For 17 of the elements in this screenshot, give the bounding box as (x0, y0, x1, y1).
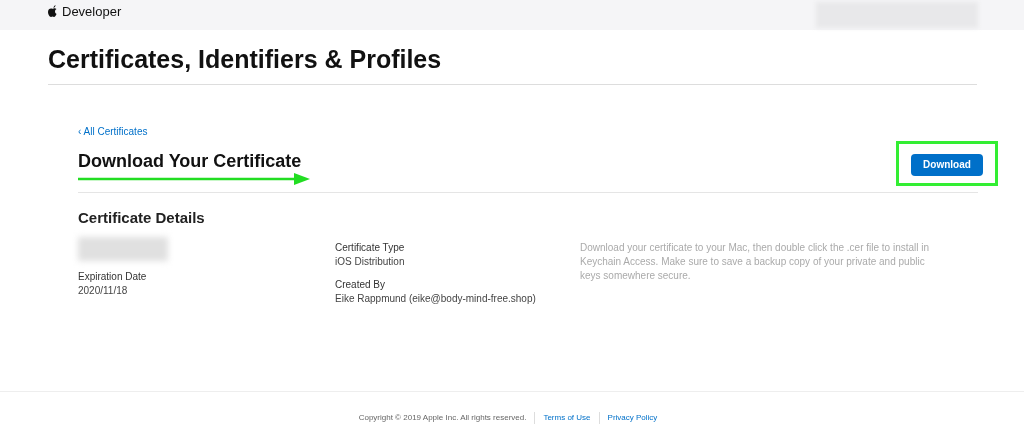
instructions-text: Download your certificate to your Mac, then double click the .cer file to install in Keychain Access. Make sure to save a backup copy of your private and public keys somewhere secure. (580, 241, 931, 283)
apple-icon (48, 5, 59, 19)
footer-link[interactable]: Privacy Policy (598, 411, 666, 424)
detail-label: Expiration Date (78, 270, 148, 284)
section-heading: Download Your Certificate (78, 150, 303, 172)
detail-value: Eike Rappmund (eike@body-mind-free.shop) (335, 292, 537, 306)
detail-value: iOS Distribution (335, 255, 406, 269)
detail-value: 2020/11/18 (78, 284, 129, 298)
brand-name[interactable]: Developer (62, 2, 122, 22)
detail-label: Created By (335, 278, 387, 292)
back-link[interactable]: ‹ All Certificates (78, 126, 148, 137)
footer-link[interactable]: Terms of Use (534, 411, 599, 424)
copyright-text: Copyright © 2019 Apple Inc. All rights reserved. (358, 411, 528, 424)
page-title: Certificates, Identifiers & Profiles (48, 44, 977, 85)
detail-label: Certificate Type (335, 241, 406, 255)
download-button[interactable]: Download (911, 153, 983, 176)
details-title: Certificate Details (78, 207, 206, 228)
